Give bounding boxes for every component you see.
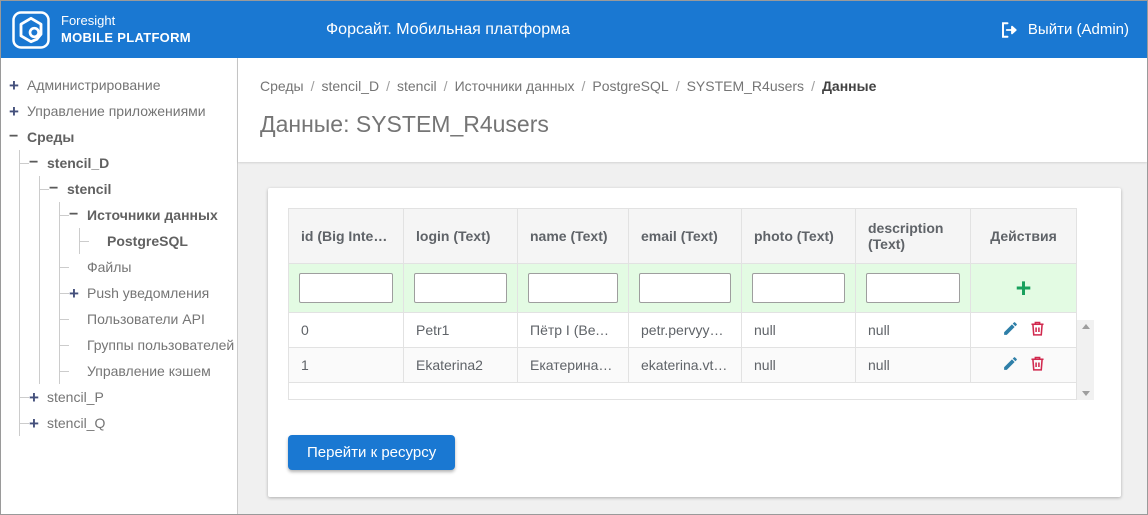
sidebar-item-app-management[interactable]: Управление приложениями [9,98,231,124]
app-header: Foresight MOBILE PLATFORM Форсайт. Мобил… [1,1,1147,58]
cell-name: Екатерина II (… [517,347,629,383]
sidebar-item-stencil-p[interactable]: stencil_P [20,384,231,410]
scroll-up-icon[interactable] [1081,324,1090,329]
delete-trash-icon [1030,356,1044,371]
scroll-down-icon[interactable] [1081,391,1090,396]
breadcrumb-environments[interactable]: Среды [260,78,322,94]
data-table: id (Big Integer) login (Text) name (Text… [288,208,1077,400]
breadcrumb: Среды stencil_D stencil Источники данных… [260,78,1147,94]
filter-row [288,263,1077,313]
cell-photo: null [741,347,856,383]
content-header: Среды stencil_D stencil Источники данных… [238,58,1147,162]
table-row: 0 Petr1 Пётр I (Велики… petr.pervyy@g… n… [288,312,1077,348]
tree-group-environments: stencil_D stencil Источники данных [19,150,234,436]
sidebar-item-stencil[interactable]: stencil [40,176,231,202]
breadcrumb-stencil-d[interactable]: stencil_D [322,78,397,94]
col-header-photo: photo (Text) [741,208,856,264]
sidebar-item-files[interactable]: Файлы [60,254,231,280]
delete-button[interactable] [1029,320,1046,337]
logout-label: Выйти (Admin) [1027,21,1129,38]
logo-text: Foresight MOBILE PLATFORM [61,13,191,46]
cell-id: 0 [288,312,404,348]
cell-photo: null [741,312,856,348]
expand-icon[interactable] [69,285,87,302]
edit-button[interactable] [1002,355,1019,372]
app-title: Форсайт. Мобильная платформа [326,20,570,38]
tree-group-stencil-d: stencil Источники данных PostgreSQL [39,176,234,384]
data-card: id (Big Integer) login (Text) name (Text… [268,188,1121,497]
cell-description: null [855,312,971,348]
col-header-actions: Действия [970,208,1077,264]
sidebar-item-data-sources[interactable]: Источники данных [60,202,231,228]
sidebar-item-push-notifications[interactable]: Push уведомления [60,280,231,306]
edit-pencil-icon [1003,322,1017,335]
tree-group-data-sources: PostgreSQL [79,228,231,254]
filter-photo-input[interactable] [752,273,845,303]
table-row: 1 Ekaterina2 Екатерина II (… ekaterina.v… [288,347,1077,383]
cell-name: Пётр I (Велики… [517,312,629,348]
sidebar-item-stencil-d[interactable]: stencil_D [20,150,231,176]
cell-login: Ekaterina2 [403,347,518,383]
sidebar-item-cache-management[interactable]: Управление кэшем [60,358,231,384]
foresight-logo-icon [12,10,50,49]
tree-group-stencil: Источники данных PostgreSQL Файлы [59,202,234,384]
sidebar-nav: Администрирование Управление приложениям… [1,58,238,514]
cell-id: 1 [288,347,404,383]
expand-icon[interactable] [29,415,47,432]
sidebar-item-stencil-q[interactable]: stencil_Q [20,410,231,436]
breadcrumb-data-sources[interactable]: Источники данных [455,78,593,94]
filter-login-input[interactable] [414,273,507,303]
sidebar-item-user-groups[interactable]: Группы пользователей [60,332,234,358]
collapse-icon[interactable] [49,181,67,197]
col-header-login: login (Text) [403,208,518,264]
filter-name-input[interactable] [528,273,618,303]
collapse-icon[interactable] [69,207,87,223]
add-row-button[interactable] [1016,275,1032,302]
sidebar-item-postgresql[interactable]: PostgreSQL [80,228,231,254]
filter-id-input[interactable] [299,273,393,303]
breadcrumb-data-current: Данные [821,78,877,94]
cell-login: Petr1 [403,312,518,348]
sidebar-item-environments[interactable]: Среды [9,124,231,150]
delete-trash-icon [1030,321,1044,336]
app-window: Foresight MOBILE PLATFORM Форсайт. Мобил… [0,0,1148,515]
edit-button[interactable] [1002,320,1019,337]
delete-button[interactable] [1029,355,1046,372]
collapse-icon[interactable] [9,129,27,145]
cell-email: ekaterina.vtora… [628,347,742,383]
breadcrumb-stencil[interactable]: stencil [397,78,455,94]
content-area: id (Big Integer) login (Text) name (Text… [238,162,1147,514]
row-actions [1002,355,1046,372]
col-header-name: name (Text) [517,208,629,264]
col-header-id: id (Big Integer) [288,208,404,264]
page-title: Данные: SYSTEM_R4users [260,111,549,137]
logout-icon [1001,21,1017,38]
table-header-row: id (Big Integer) login (Text) name (Text… [288,208,1077,264]
col-header-email: email (Text) [628,208,742,264]
goto-resource-button[interactable]: Перейти к ресурсу [288,435,456,470]
row-actions [1002,320,1046,337]
app-logo: Foresight MOBILE PLATFORM [11,10,191,50]
logo-line1: Foresight [61,13,116,29]
breadcrumb-system-r4users[interactable]: SYSTEM_R4users [687,78,822,94]
col-header-description: description (Text) [855,208,971,264]
logo-line2: MOBILE PLATFORM [61,29,191,45]
breadcrumb-postgresql[interactable]: PostgreSQL [592,78,686,94]
logout-button[interactable]: Выйти (Admin) [1000,1,1129,58]
table-scrollbar[interactable] [1077,320,1094,400]
expand-icon[interactable] [9,103,27,120]
collapse-icon[interactable] [29,155,47,171]
edit-pencil-icon [1003,357,1017,370]
filter-email-input[interactable] [639,273,731,303]
filter-description-input[interactable] [866,273,960,303]
cell-description: null [855,347,971,383]
sidebar-item-administration[interactable]: Администрирование [9,72,231,98]
table-empty-space [288,382,1077,400]
expand-icon[interactable] [29,389,47,406]
sidebar-item-api-users[interactable]: Пользователи API [60,306,231,332]
data-table-wrap: id (Big Integer) login (Text) name (Text… [288,208,1094,400]
cell-email: petr.pervyy@g… [628,312,742,348]
expand-icon[interactable] [9,77,27,94]
